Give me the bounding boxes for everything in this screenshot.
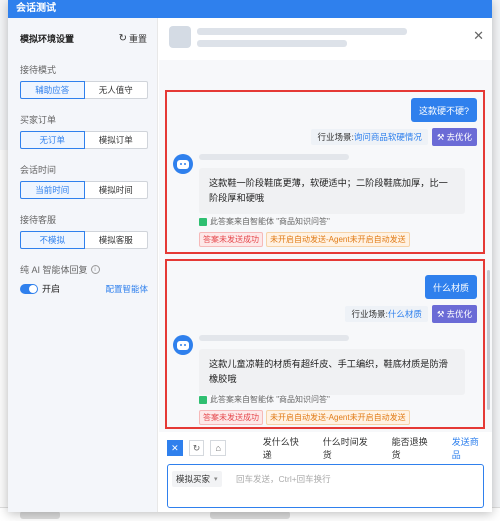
session-time-segment: 当前时间 模拟时间: [20, 181, 148, 199]
reception-cs-label: 接待客服: [20, 215, 57, 225]
scene-badge: 行业场景:询问商品软硬情况: [311, 129, 428, 145]
option-assist-reply[interactable]: 辅助应答: [20, 81, 85, 99]
option-mock-cs[interactable]: 模拟客服: [84, 231, 148, 249]
optimize-button[interactable]: ⚒ 去优化: [431, 305, 477, 323]
clear-icon[interactable]: ✕: [167, 440, 183, 456]
agent-icon: [199, 217, 207, 226]
robot-icon: [177, 159, 189, 169]
reset-label: 重置: [128, 34, 147, 44]
message-list[interactable]: 这款硬不硬? 行业场景:询问商品软硬情况 ⚒ 去优化 这款鞋一阶段鞋底更薄，软硬适…: [159, 60, 492, 432]
settings-title: 模拟环境设置: [20, 34, 75, 44]
auto-send-off-tag: 未开启自动发送-Agent未开启自动发送: [266, 232, 410, 247]
ai-agent-label: 纯 AI 智能体回复: [20, 265, 88, 275]
quick-reply-ship-time[interactable]: 什么时间发货: [318, 435, 381, 461]
role-value: 模拟买家: [176, 474, 211, 484]
quick-reply-bar: ✕ ↻ ⌂ 发什么快递 什么时间发货 能否退换货 发送商品: [159, 435, 492, 461]
chevron-down-icon: ▾: [214, 476, 218, 483]
message-input-box: 模拟买家 ▾: [167, 464, 484, 508]
reset-button[interactable]: ↻ 重置: [119, 32, 147, 45]
send-failed-tag: 答案未发送成功: [199, 232, 263, 247]
robot-icon: [177, 340, 189, 350]
agent-icon: [199, 395, 207, 404]
auto-send-off-tag: 未开启自动发送-Agent未开启自动发送: [266, 410, 410, 425]
modal-title: 会话测试: [8, 0, 492, 18]
send-product-link[interactable]: 发送商品: [447, 435, 492, 461]
buyer-order-label: 买家订单: [20, 115, 57, 125]
bot-name: [199, 154, 349, 160]
option-mock-order[interactable]: 模拟订单: [84, 131, 148, 149]
option-mock-time[interactable]: 模拟时间: [84, 181, 148, 199]
session-time-label: 会话时间: [20, 165, 57, 175]
session-test-modal: 会话测试 模拟环境设置 ↻ 重置 接待模式 辅助应答 无人值守 买家订单 无订单…: [8, 0, 492, 512]
option-no-order[interactable]: 无订单: [20, 131, 85, 149]
config-agent-link[interactable]: 配置智能体: [105, 283, 148, 295]
role-select[interactable]: 模拟买家 ▾: [172, 471, 222, 487]
toggle-label: 开启: [42, 284, 61, 294]
option-current-time[interactable]: 当前时间: [20, 181, 85, 199]
refresh-icon: ↻: [118, 33, 127, 44]
quick-reply-shipping[interactable]: 发什么快递: [258, 435, 312, 461]
answer-source: 此答案来自智能体 "商品知识问答": [199, 216, 330, 227]
message-input[interactable]: [236, 471, 476, 487]
user-message: 什么材质: [424, 275, 477, 299]
answer-source: 此答案来自智能体 "商品知识问答": [199, 394, 330, 405]
buyer-order-segment: 无订单 模拟订单: [20, 131, 148, 149]
settings-panel: 模拟环境设置 ↻ 重置 接待模式 辅助应答 无人值守 买家订单 无订单 模拟订单…: [8, 18, 158, 512]
info-icon[interactable]: i: [90, 265, 100, 274]
bot-avatar: [173, 154, 193, 174]
product-thumbnail: [169, 26, 191, 48]
chat-header: ✕: [159, 18, 492, 60]
send-failed-tag: 答案未发送成功: [199, 410, 263, 425]
scrollbar[interactable]: [487, 270, 490, 410]
scene-badge: 行业场景:什么材质: [345, 306, 428, 322]
refresh-tool-icon[interactable]: ↻: [188, 440, 205, 456]
quick-reply-return[interactable]: 能否退换货: [387, 435, 441, 461]
bot-avatar: [173, 335, 193, 355]
close-icon[interactable]: ✕: [473, 28, 484, 44]
reception-cs-segment: 不模拟 模拟客服: [20, 231, 148, 249]
bot-message: 这款鞋一阶段鞋底更薄，软硬适中；二阶段鞋底加厚，比一阶段厚和硬哦: [199, 168, 465, 214]
optimize-button[interactable]: ⚒ 去优化: [431, 128, 477, 146]
image-icon[interactable]: ⌂: [210, 440, 227, 456]
reception-mode-segment: 辅助应答 无人值守: [20, 81, 148, 99]
option-no-mock[interactable]: 不模拟: [20, 231, 85, 249]
message-group-1: 这款硬不硬? 行业场景:询问商品软硬情况 ⚒ 去优化 这款鞋一阶段鞋底更薄，软硬适…: [165, 90, 485, 254]
option-unattended[interactable]: 无人值守: [84, 81, 148, 99]
bot-name: [199, 335, 349, 341]
message-group-2: 什么材质 行业场景:什么材质 ⚒ 去优化 这款儿童凉鞋的材质有超纤皮、手工编织，鞋…: [165, 259, 485, 429]
bot-message: 这款儿童凉鞋的材质有超纤皮、手工编织，鞋底材质是防滑橡胶哦: [199, 349, 465, 395]
wrench-icon: ⚒: [436, 131, 445, 142]
ai-agent-toggle[interactable]: [20, 283, 38, 294]
chat-area: ✕ 这款硬不硬? 行业场景:询问商品软硬情况 ⚒ 去优化 这款鞋一阶段鞋底更薄，软…: [159, 18, 492, 512]
wrench-icon: ⚒: [436, 308, 445, 319]
reception-mode-label: 接待模式: [20, 65, 57, 75]
user-message: 这款硬不硬?: [410, 98, 477, 122]
